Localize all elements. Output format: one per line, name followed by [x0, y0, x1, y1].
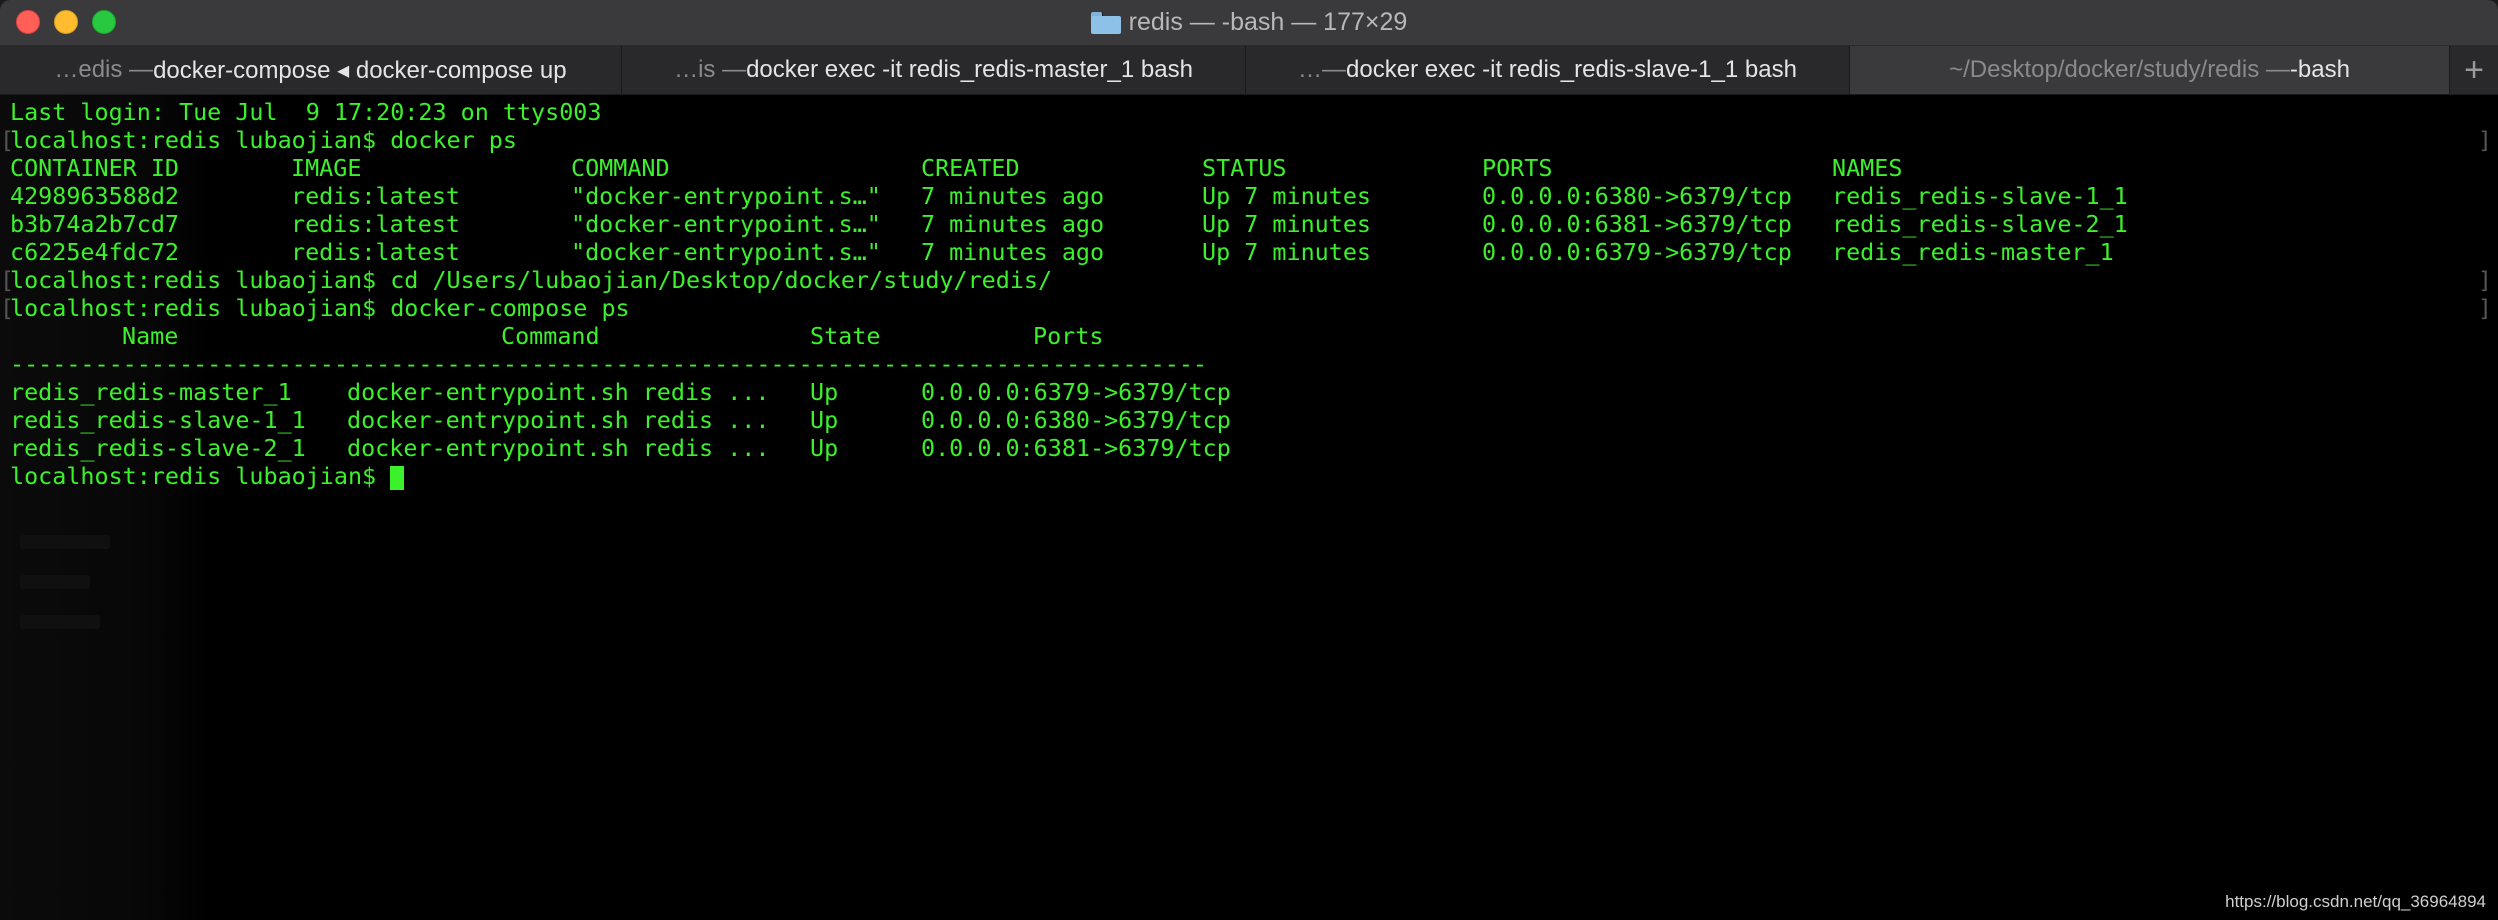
status: Up 7 minutes: [1202, 182, 1371, 210]
created: 7 minutes ago: [921, 182, 1105, 210]
tab-label: docker exec -it redis_redis-master_1 bas…: [746, 56, 1193, 83]
header-status: STATUS: [1202, 154, 1287, 182]
created: 7 minutes ago: [921, 238, 1105, 266]
ghost-text: [20, 615, 100, 629]
prompt-text: localhost:redis lubaojian$: [10, 462, 391, 490]
container-id: c6225e4fdc72: [10, 238, 179, 266]
table-row: redis_redis-master_1 docker-entrypoint.s…: [10, 378, 1310, 406]
window-title-wrap: redis — -bash — 177×29: [0, 0, 2498, 45]
docker-ps-header: CONTAINER ID IMAGE COMMAND CREATED STATU…: [10, 154, 2480, 182]
names: redis_redis-master_1: [1832, 238, 2114, 266]
command: "docker-entrypoint.s…": [571, 182, 881, 210]
tab-docker-compose-up[interactable]: …edis — docker-compose ◂ docker-compose …: [0, 46, 622, 94]
image: redis:latest: [291, 210, 460, 238]
ports: 0.0.0.0:6380->6379/tcp: [921, 406, 1231, 434]
tab-label: -bash: [2289, 56, 2350, 83]
plus-icon: +: [2464, 50, 2484, 89]
names: redis_redis-slave-2_1: [1832, 210, 2128, 238]
compose-ps-header: Name Command State Ports: [10, 322, 1310, 350]
folder-icon: [1090, 11, 1121, 34]
header-command: COMMAND: [571, 154, 670, 182]
header-ports: PORTS: [1482, 154, 1553, 182]
current-prompt-line[interactable]: localhost:redis lubaojian$: [10, 462, 405, 490]
prompt-line: localhost:redis lubaojian$ docker-compos…: [10, 294, 630, 322]
tab-bar: …edis — docker-compose ◂ docker-compose …: [0, 46, 2498, 95]
tab-prefix: …edis —: [54, 56, 154, 83]
tab-prefix: …—: [1298, 56, 1347, 83]
tab-prefix: ~/Desktop/docker/study/redis —: [1949, 56, 2290, 83]
tab-exec-slave[interactable]: …— docker exec -it redis_redis-slave-1_1…: [1246, 46, 1850, 94]
last-login-line: Last login: Tue Jul 9 17:20:23 on ttys00…: [10, 98, 602, 126]
ports: 0.0.0.0:6379->6379/tcp: [1482, 238, 1792, 266]
service-name: redis_redis-slave-1_1: [10, 406, 306, 434]
prompt-line: localhost:redis lubaojian$ cd /Users/lub…: [10, 266, 1053, 294]
image: redis:latest: [291, 182, 460, 210]
prompt-line: localhost:redis lubaojian$ docker ps: [10, 126, 517, 154]
state: Up: [810, 434, 839, 462]
container-id: b3b74a2b7cd7: [10, 210, 179, 238]
image: redis:latest: [291, 238, 460, 266]
ports: 0.0.0.0:6381->6379/tcp: [921, 434, 1231, 462]
table-separator: ----------------------------------------…: [10, 350, 1207, 378]
command: docker-entrypoint.sh redis ...: [347, 434, 770, 462]
tab-exec-master[interactable]: …is — docker exec -it redis_redis-master…: [622, 46, 1246, 94]
command: "docker-entrypoint.s…": [571, 210, 881, 238]
tab-bash-active[interactable]: ~/Desktop/docker/study/redis — -bash: [1850, 46, 2450, 94]
table-row: 4298963588d2 redis:latest "docker-entryp…: [10, 182, 2480, 210]
command: docker-entrypoint.sh redis ...: [347, 406, 770, 434]
container-id: 4298963588d2: [10, 182, 179, 210]
title-bar[interactable]: redis — -bash — 177×29: [0, 0, 2498, 46]
header-command: Command: [501, 322, 600, 350]
ports: 0.0.0.0:6381->6379/tcp: [1482, 210, 1792, 238]
mark-bracket-right: ]: [2477, 126, 2492, 154]
window-title: redis — -bash — 177×29: [1128, 8, 1408, 36]
terminal-output[interactable]: Last login: Tue Jul 9 17:20:23 on ttys00…: [0, 95, 2498, 920]
service-name: redis_redis-master_1: [10, 378, 292, 406]
terminal-window: redis — -bash — 177×29 …edis — docker-co…: [0, 0, 2498, 920]
table-row: redis_redis-slave-1_1 docker-entrypoint.…: [10, 406, 1310, 434]
watermark: https://blog.csdn.net/qq_36964894: [2225, 892, 2486, 911]
ports: 0.0.0.0:6379->6379/tcp: [921, 378, 1231, 406]
text-cursor: [390, 465, 405, 490]
header-names: NAMES: [1832, 154, 1903, 182]
header-ports: Ports: [1033, 322, 1104, 350]
mark-bracket-right: ]: [2477, 266, 2492, 294]
status: Up 7 minutes: [1202, 238, 1371, 266]
status: Up 7 minutes: [1202, 210, 1371, 238]
created: 7 minutes ago: [921, 210, 1105, 238]
tab-label: docker-compose ◂ docker-compose up: [153, 56, 567, 84]
table-row: redis_redis-slave-2_1 docker-entrypoint.…: [10, 434, 1310, 462]
state: Up: [810, 406, 839, 434]
table-row: c6225e4fdc72 redis:latest "docker-entryp…: [10, 238, 2480, 266]
tab-prefix: …is —: [674, 56, 747, 83]
header-state: State: [810, 322, 881, 350]
table-row: b3b74a2b7cd7 redis:latest "docker-entryp…: [10, 210, 2480, 238]
header-container-id: CONTAINER ID: [10, 154, 179, 182]
header-name: Name: [122, 322, 179, 350]
ports: 0.0.0.0:6380->6379/tcp: [1482, 182, 1792, 210]
header-image: IMAGE: [291, 154, 362, 182]
tab-label: docker exec -it redis_redis-slave-1_1 ba…: [1346, 56, 1797, 83]
command: docker-entrypoint.sh redis ...: [347, 378, 770, 406]
mark-bracket-right: ]: [2477, 294, 2492, 322]
command: "docker-entrypoint.s…": [571, 238, 881, 266]
service-name: redis_redis-slave-2_1: [10, 434, 306, 462]
names: redis_redis-slave-1_1: [1832, 182, 2128, 210]
new-tab-button[interactable]: +: [2450, 46, 2498, 94]
header-created: CREATED: [921, 154, 1020, 182]
state: Up: [810, 378, 839, 406]
